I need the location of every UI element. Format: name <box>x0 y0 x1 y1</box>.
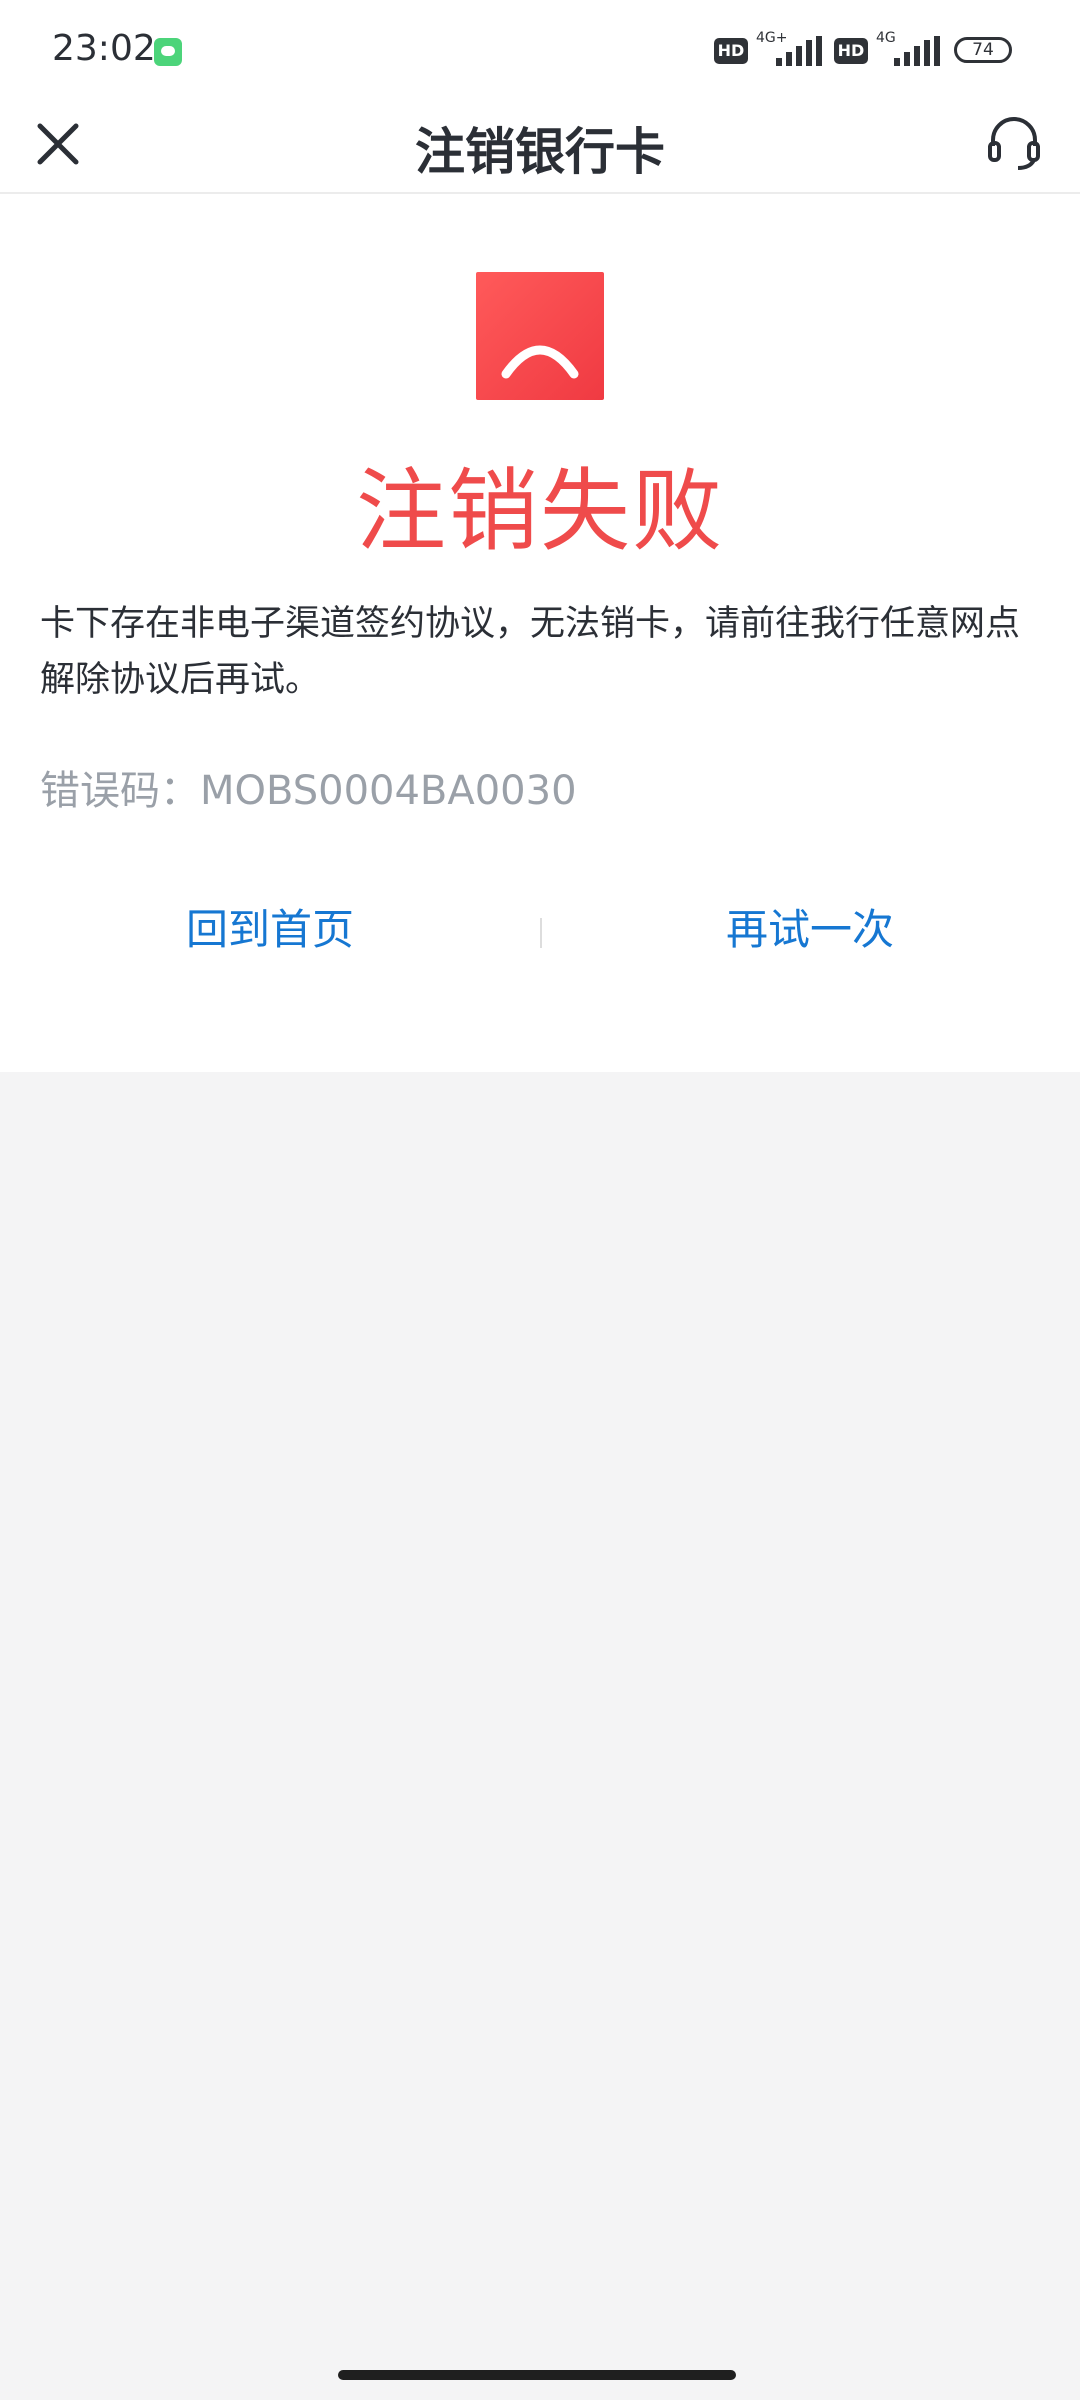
status-bar: 23:02 HD 4G+ HD 4G 74 <box>0 0 1080 100</box>
failure-icon <box>476 272 604 400</box>
status-icons: HD 4G+ HD 4G 74 <box>680 0 1080 100</box>
customer-service-button[interactable] <box>984 112 1044 172</box>
action-bar: 回到首页 再试一次 <box>0 880 1080 980</box>
content-card: 23:02 HD 4G+ HD 4G 74 注销银行卡 注销失败 卡下存在非电子… <box>0 0 1080 1072</box>
signal-strength-icon <box>894 36 940 66</box>
result-message: 卡下存在非电子渠道签约协议，无法销卡，请前往我行任意网点解除协议后再试。 <box>40 604 1021 700</box>
back-to-home-button[interactable]: 回到首页 <box>0 880 540 980</box>
battery-icon: 74 <box>954 37 1012 63</box>
sad-face-icon <box>501 345 579 379</box>
result-title: 注销失败 <box>356 459 724 564</box>
home-indicator-bar[interactable] <box>338 2370 736 2380</box>
network-type-2: 4G <box>876 30 896 46</box>
hd-badge-1: HD <box>714 38 748 64</box>
status-time: 23:02 <box>52 28 156 69</box>
error-code: 错误码：MOBS0004BA0030 <box>40 768 577 814</box>
message-notification-icon <box>154 38 182 66</box>
signal-strength-icon <box>776 36 822 66</box>
hd-badge-2: HD <box>834 38 868 64</box>
headset-icon <box>988 117 1040 170</box>
nav-header: 注销银行卡 <box>0 100 1080 194</box>
page-title: 注销银行卡 <box>415 123 665 181</box>
retry-button[interactable]: 再试一次 <box>540 880 1080 980</box>
